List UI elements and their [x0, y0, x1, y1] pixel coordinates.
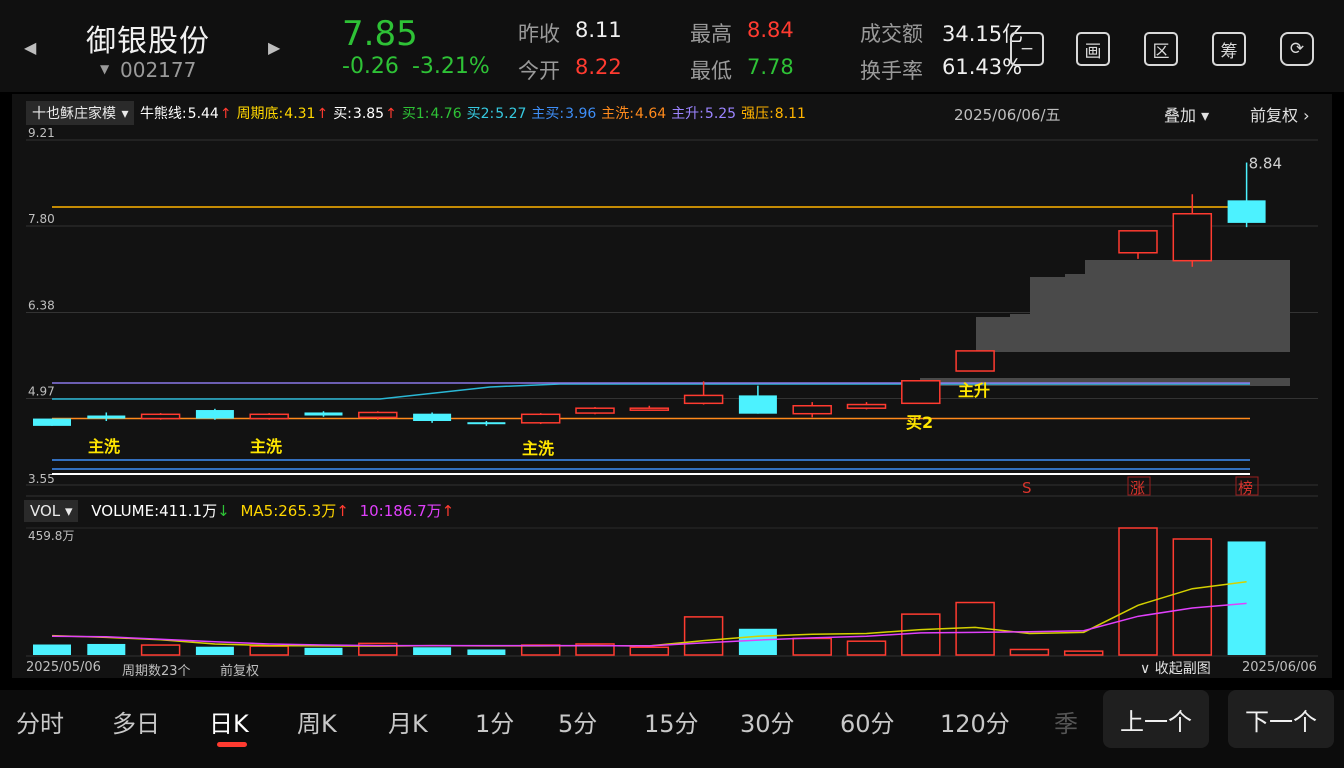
tab-multi-day[interactable]: 多日	[112, 704, 160, 739]
chip-distribution-bar	[1085, 260, 1290, 274]
volume-bar	[901, 613, 941, 656]
candle-body	[683, 394, 724, 405]
candle-body	[358, 411, 398, 419]
volume-bar	[738, 628, 777, 655]
candle-body	[629, 407, 670, 411]
footer-adjust: 前复权	[220, 664, 260, 679]
signal-label: 主洗	[88, 437, 120, 456]
tab-5min[interactable]: 5分	[558, 704, 597, 739]
candle-body	[87, 415, 126, 419]
volume-bar	[33, 644, 71, 655]
y-axis-label: 9.21	[28, 126, 55, 140]
volume-bar	[467, 649, 506, 655]
candle-body	[140, 413, 181, 420]
kline-svg: 9.21 7.80 6.38 4.97 3.55 8.84 主洗 主洗 主洗 买2 主升 S 涨 榜 459…	[26, 126, 1318, 657]
volume-selector-label: VOL	[30, 502, 61, 520]
candle-body	[33, 418, 71, 426]
ma5-arrow-icon: ↑	[336, 502, 349, 520]
candle-body	[738, 395, 777, 414]
tab-60min[interactable]: 60分	[840, 704, 895, 739]
high-price-label: 8.84	[1249, 155, 1282, 173]
candle-body	[249, 413, 289, 420]
next-stock-button[interactable]: 下一个	[1228, 690, 1334, 748]
volume-max-label: 459.8万	[28, 529, 74, 543]
candle-body	[1172, 213, 1213, 262]
bottom-mark: 榜	[1238, 479, 1253, 497]
volume-bar	[195, 646, 234, 655]
volume-bar	[1009, 648, 1050, 656]
ma5-value: 265.3万	[278, 502, 337, 520]
candle-body	[846, 403, 887, 409]
volume-bar	[846, 640, 887, 656]
candle-body	[1118, 230, 1158, 254]
prev-stock-button[interactable]: 上一个	[1103, 690, 1209, 748]
tab-quarter[interactable]: 季	[1054, 704, 1078, 739]
volume-value: 411.1万	[159, 502, 218, 520]
signal-label: 买2	[906, 413, 933, 432]
y-axis-label: 4.97	[28, 384, 55, 398]
volume-bar	[792, 637, 832, 656]
candle-body	[955, 350, 995, 372]
ma5-line	[51, 580, 1247, 647]
active-tab-indicator	[217, 742, 247, 747]
ma5-label: MA5:	[240, 502, 279, 520]
bottom-mark: 涨	[1130, 479, 1145, 497]
tab-daily-k[interactable]: 日K	[209, 704, 249, 739]
volume-bar	[1063, 650, 1104, 656]
candle-body	[304, 412, 343, 416]
tab-monthly-k[interactable]: 月K	[388, 704, 428, 739]
candle-body	[520, 413, 561, 424]
ma10-arrow-icon: ↑	[441, 502, 455, 520]
bottom-mark: S	[1022, 479, 1032, 497]
tab-15min[interactable]: 15分	[644, 704, 699, 739]
collapse-subchart-button[interactable]: ∨ 收起副图	[1140, 658, 1211, 678]
volume-arrow-icon: ↓	[217, 502, 230, 520]
tab-intraday[interactable]: 分时	[16, 704, 64, 739]
ma10-label: 10:	[359, 502, 384, 520]
volume-bar	[413, 647, 452, 655]
volume-bar	[249, 645, 289, 656]
volume-bar	[304, 647, 343, 655]
candle-body	[413, 413, 452, 421]
y-axis-label: 6.38	[28, 299, 55, 313]
start-date: 2025/05/06	[26, 660, 101, 675]
tab-120min[interactable]: 120分	[940, 704, 1010, 739]
volume-indicator-bar: VOL ▾ VOLUME:411.1万↓ MA5:265.3万↑ 10:186.…	[24, 500, 454, 522]
volume-selector[interactable]: VOL ▾	[24, 500, 79, 522]
ma10-line	[51, 602, 1247, 647]
volume-bar	[87, 643, 126, 655]
period-count: 周期数23个	[122, 664, 191, 679]
candle-body	[901, 380, 941, 405]
candle-body	[792, 405, 832, 415]
signal-label: 主洗	[522, 439, 554, 458]
candle-body	[1227, 200, 1266, 223]
candle-body	[575, 407, 615, 414]
candle-body	[467, 422, 506, 425]
volume-bar	[629, 646, 670, 656]
volume-label: VOLUME:	[91, 502, 160, 520]
candle-body	[195, 410, 234, 419]
end-date: 2025/06/06	[1242, 660, 1317, 675]
chip-distribution-bar	[1065, 274, 1290, 277]
tab-30min[interactable]: 30分	[740, 704, 795, 739]
y-axis-label: 7.80	[28, 212, 55, 226]
signal-label: 主洗	[250, 437, 282, 456]
buy2-trend-line	[52, 383, 1250, 400]
volume-bar	[683, 616, 724, 656]
volume-bar	[1172, 538, 1213, 656]
signal-label: 主升	[958, 381, 990, 400]
volume-bar	[140, 644, 181, 656]
volume-bar	[1227, 541, 1266, 655]
tab-weekly-k[interactable]: 周K	[297, 704, 337, 739]
y-axis-label: 3.55	[28, 472, 55, 486]
chip-distribution-bar	[1030, 277, 1290, 314]
ma10-value: 186.7万	[383, 502, 442, 520]
volume-bar	[1118, 527, 1158, 656]
chip-distribution-bar	[1010, 314, 1290, 317]
chip-distribution-bar	[976, 317, 1290, 352]
tab-1min[interactable]: 1分	[475, 704, 514, 739]
